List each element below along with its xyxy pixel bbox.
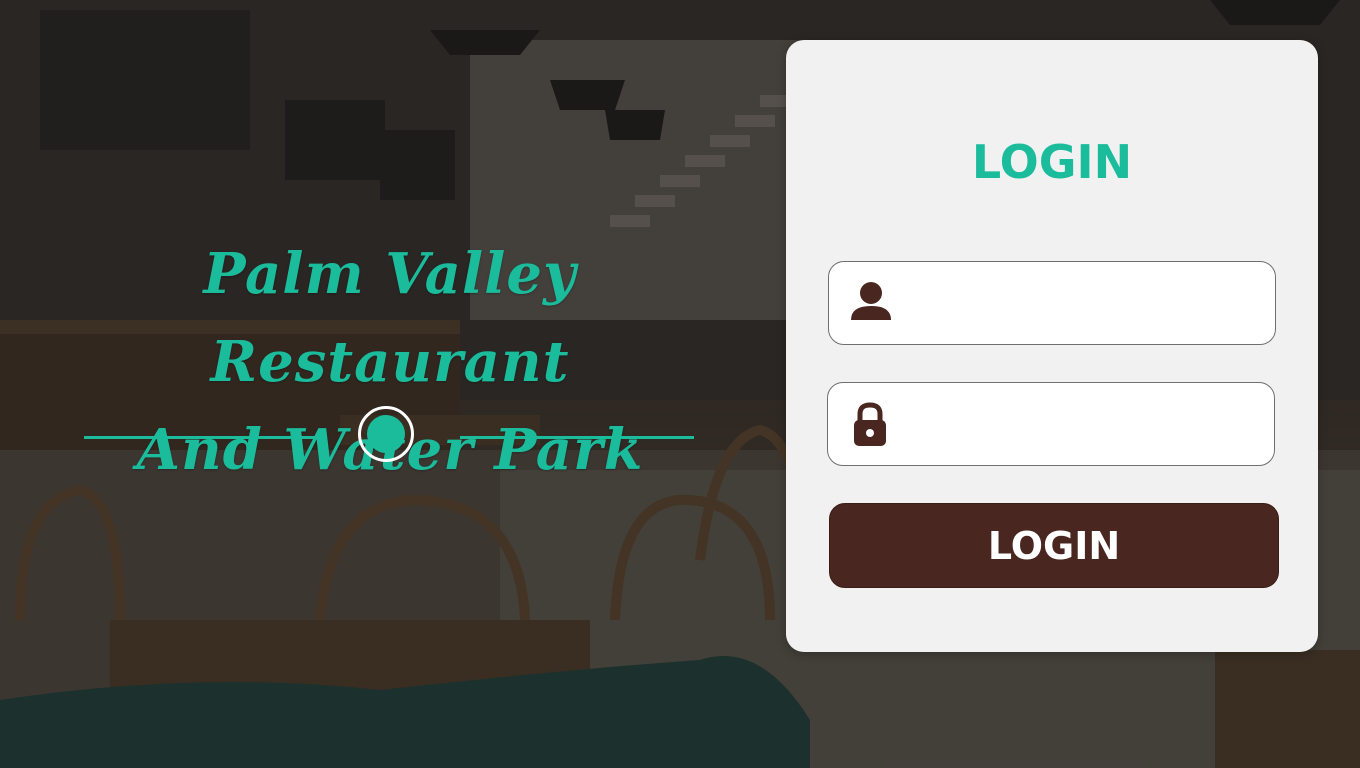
- login-button[interactable]: LOGIN: [829, 503, 1279, 588]
- brand-title-line-1: Palm Valley Restaurant: [203, 241, 577, 395]
- username-input[interactable]: [909, 262, 1259, 346]
- login-heading: LOGIN: [971, 135, 1133, 189]
- divider-dot: [367, 415, 405, 453]
- login-card: LOGIN LOGIN: [786, 40, 1318, 652]
- lock-icon: [846, 399, 894, 447]
- username-field[interactable]: [828, 261, 1276, 346]
- user-icon: [847, 278, 895, 326]
- divider-line-left: [84, 436, 318, 439]
- password-field[interactable]: [827, 382, 1275, 467]
- divider-line-right: [460, 436, 694, 439]
- password-input[interactable]: [908, 383, 1258, 467]
- decorative-divider: [84, 406, 694, 468]
